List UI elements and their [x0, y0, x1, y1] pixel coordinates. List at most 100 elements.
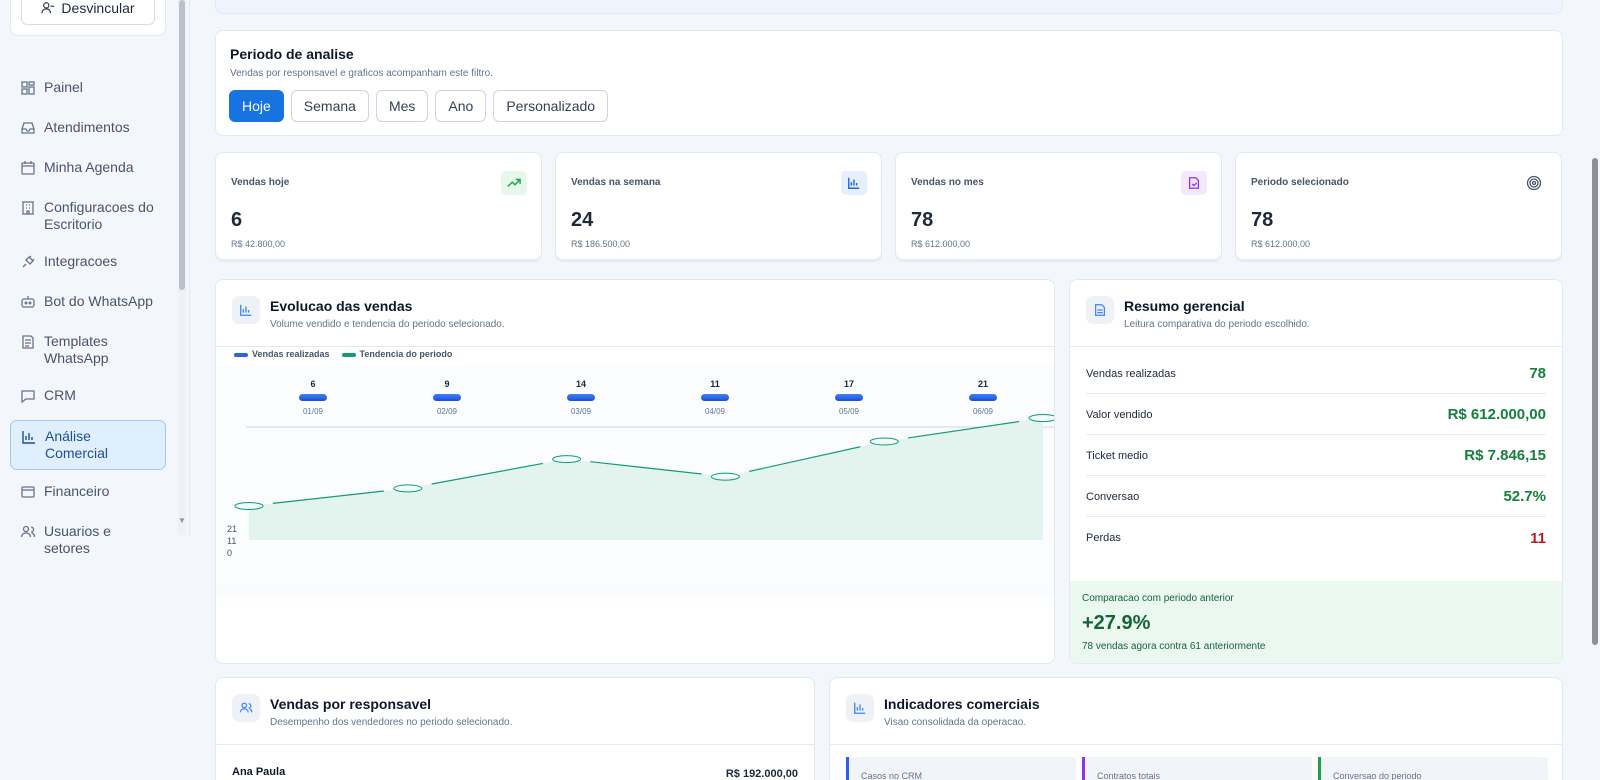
chart-title: Evolucao das vendas	[270, 298, 413, 314]
summary-key: Perdas	[1086, 532, 1121, 544]
page-scrollbar[interactable]	[1590, 0, 1600, 780]
stat-sub: R$ 42.800,00	[231, 239, 286, 249]
bot-icon	[21, 296, 35, 308]
comparison-title: Comparacao com periodo anterior	[1082, 593, 1234, 604]
sidebar-item-crm[interactable]: CRM	[10, 380, 166, 414]
stat-label: Periodo selecionado	[1251, 177, 1349, 188]
summary-row: Valor vendido R$ 612.000,00	[1086, 395, 1546, 435]
summary-key: Valor vendido	[1086, 408, 1153, 421]
stat-sub: R$ 186.500,00	[571, 239, 631, 249]
bar[interactable]	[567, 394, 595, 401]
period-button-personalizado[interactable]: Personalizado	[493, 90, 609, 122]
sidebar-item-label: Análise Comercial	[45, 428, 109, 461]
period-title: Periodo de analise	[230, 46, 354, 62]
summary-key: Conversao	[1086, 490, 1140, 503]
chart-subtitle: Volume vendido e tendencia do periodo se…	[270, 319, 505, 330]
users-icon	[20, 525, 36, 538]
x-tick-label: 02/09	[437, 407, 458, 416]
sidebar-item-label: Usuarios e setores	[44, 523, 111, 556]
trend-point[interactable]	[710, 472, 740, 481]
building-icon	[22, 201, 34, 215]
trend-point[interactable]	[552, 455, 582, 464]
scroll-down-arrow-icon[interactable]: ▼	[178, 516, 186, 525]
x-tick-label: 04/09	[705, 407, 726, 416]
trend-point[interactable]	[393, 484, 423, 493]
template-icon	[22, 335, 34, 349]
dashboard-icon	[21, 81, 35, 95]
sidebar-item-label: Financeiro	[44, 483, 110, 499]
bar-chart-icon	[232, 296, 260, 324]
period-filter-card: Periodo de analise Vendas por responsave…	[215, 30, 1563, 136]
sidebar-item-integracoes[interactable]: Integracoes	[10, 246, 166, 280]
sidebar-item-atendimentos[interactable]: Atendimentos	[10, 112, 166, 146]
trend-point[interactable]	[869, 437, 899, 446]
stat-label: Vendas hoje	[231, 177, 290, 188]
chat-icon	[21, 390, 35, 404]
indicator-box-contratos: Contratos totais	[1082, 757, 1312, 780]
sidebar-scrollbar[interactable]: ▼	[178, 0, 186, 535]
x-tick-label: 05/09	[839, 407, 860, 416]
bar[interactable]	[701, 394, 729, 401]
users-icon	[232, 694, 260, 722]
responsible-value: R$ 192.000,00	[725, 768, 798, 780]
trend-point[interactable]	[1028, 414, 1054, 422]
unlink-card: Desvincular	[10, 0, 166, 36]
legend-item-vendas: Vendas realizadas	[234, 349, 330, 359]
sidebar-item-label: Atendimentos	[44, 119, 130, 135]
top-banner	[215, 0, 1563, 14]
period-button-semana[interactable]: Semana	[290, 90, 369, 122]
bar[interactable]	[969, 394, 997, 401]
bar-chart-icon	[841, 171, 867, 195]
summary-value: 78	[1529, 365, 1546, 382]
bar-value-label: 9	[444, 379, 449, 389]
divider	[216, 744, 814, 745]
responsible-subtitle: Desempenho dos vendedores no periodo sel…	[270, 717, 513, 728]
trend-point[interactable]	[234, 502, 264, 510]
sidebar-item-agenda[interactable]: Minha Agenda	[10, 152, 166, 186]
legend-label: Vendas realizadas	[252, 349, 330, 359]
commercial-indicators-card: Indicadores comerciais Visao consolidada…	[829, 677, 1563, 780]
unlink-label: Desvincular	[61, 0, 135, 16]
period-button-mes[interactable]: Mes	[375, 90, 429, 122]
sidebar-item-financeiro[interactable]: Financeiro	[10, 476, 166, 510]
period-subtitle: Vendas por responsavel e graficos acompa…	[230, 68, 493, 79]
trending-up-icon	[501, 171, 527, 195]
sales-evolution-card: Evolucao das vendas Volume vendido e ten…	[215, 279, 1055, 664]
sidebar-item-usuarios[interactable]: Usuarios e setores	[10, 516, 166, 564]
sidebar-item-painel[interactable]: Painel	[10, 72, 166, 106]
responsible-title: Vendas por responsavel	[270, 696, 432, 712]
period-button-ano[interactable]: Ano	[435, 90, 487, 122]
target-icon	[1521, 171, 1547, 195]
indicators-title: Indicadores comerciais	[884, 696, 1040, 712]
stat-value: 78	[911, 209, 934, 231]
indicator-label: Casos no CRM	[861, 771, 923, 780]
summary-value: 11	[1530, 529, 1546, 547]
legend-item-tendencia: Tendencia do periodo	[341, 349, 452, 359]
document-icon	[1086, 296, 1114, 324]
period-button-hoje[interactable]: Hoje	[229, 90, 284, 122]
unlink-button[interactable]: Desvincular	[21, 0, 155, 25]
summary-row: Conversao 52.7%	[1086, 477, 1546, 517]
sidebar-item-configuracoes[interactable]: Configuracoes do Escritorio	[10, 192, 166, 240]
bar[interactable]	[299, 394, 327, 401]
divider	[830, 744, 1562, 745]
sidebar-item-analise-comercial[interactable]: Análise Comercial	[10, 420, 166, 470]
bar[interactable]	[433, 394, 461, 401]
summary-title: Resumo gerencial	[1124, 298, 1245, 314]
sidebar-scrollbar-thumb[interactable]	[179, 0, 185, 290]
page-scrollbar-thumb[interactable]	[1592, 158, 1598, 645]
y-tick-label: 0	[227, 548, 232, 558]
comparison-value: +27.9%	[1082, 612, 1151, 634]
stat-card-vendas-mes: Vendas no mes 78 R$ 612.000,00	[895, 152, 1222, 262]
sidebar-item-templates[interactable]: Templates WhatsApp	[10, 326, 166, 374]
bar[interactable]	[835, 394, 863, 401]
divider	[1070, 346, 1562, 347]
summary-value: 52.7%	[1503, 488, 1546, 505]
wallet-icon	[21, 486, 35, 498]
legend-swatch	[341, 352, 356, 357]
bar-value-label: 14	[576, 379, 586, 389]
responsible-name: Ana Paula	[232, 766, 286, 778]
management-summary-card: Resumo gerencial Leitura comparativa do …	[1069, 279, 1563, 664]
legend-swatch	[234, 352, 248, 357]
sidebar-item-bot[interactable]: Bot do WhatsApp	[10, 286, 166, 320]
